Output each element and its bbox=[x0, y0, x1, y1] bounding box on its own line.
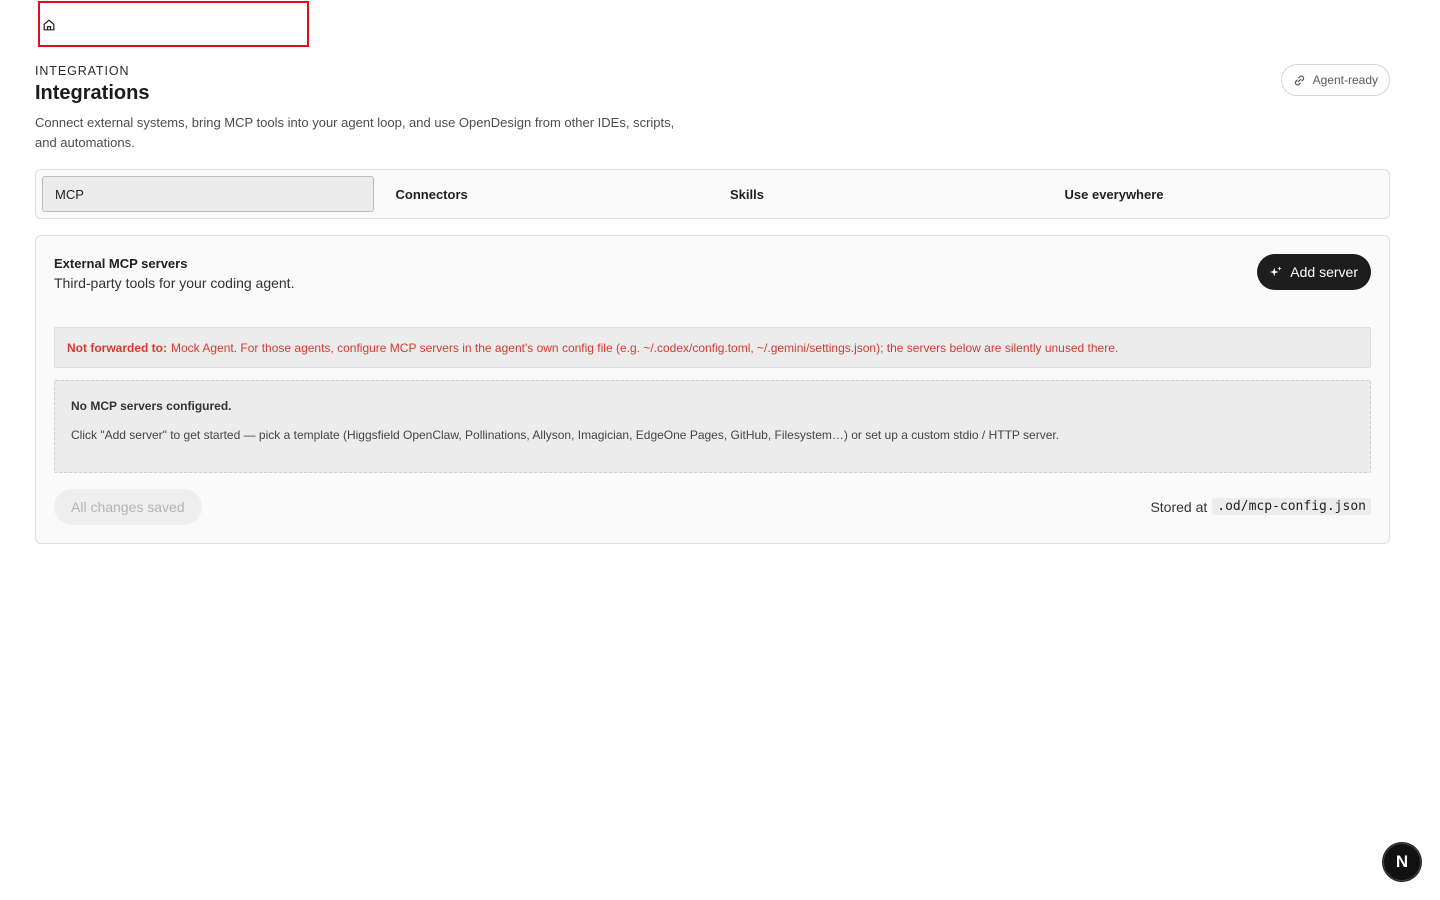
stored-prefix: Stored at bbox=[1150, 498, 1208, 515]
config-path: .od/mcp-config.json bbox=[1212, 498, 1371, 515]
add-server-label: Add server bbox=[1290, 264, 1358, 280]
mcp-servers-panel: External MCP servers Third-party tools f… bbox=[35, 235, 1390, 544]
section-eyebrow: INTEGRATION bbox=[35, 64, 130, 78]
warning-label: Not forwarded to: bbox=[67, 340, 167, 355]
tab-connectors[interactable]: Connectors bbox=[374, 176, 715, 212]
agent-ready-badge: Agent-ready bbox=[1280, 64, 1390, 96]
highlight-box bbox=[38, 1, 309, 47]
panel-title: External MCP servers bbox=[54, 256, 188, 271]
page-description: Connect external systems, bring MCP tool… bbox=[35, 115, 675, 150]
save-status-button[interactable]: All changes saved bbox=[54, 489, 202, 525]
tab-mcp[interactable]: MCP bbox=[42, 176, 374, 212]
page-title: Integrations bbox=[35, 82, 150, 104]
page-header: INTEGRATION Integrations Connect externa… bbox=[35, 64, 1390, 153]
sparkle-icon bbox=[1270, 266, 1282, 277]
panel-subtitle: Third-party tools for your coding agent. bbox=[54, 275, 295, 291]
link-icon bbox=[1294, 75, 1304, 85]
tab-skills[interactable]: Skills bbox=[714, 176, 1049, 212]
integration-tabs: MCP Connectors Skills Use everywhere bbox=[35, 169, 1390, 219]
storage-location: Stored at .od/mcp-config.json bbox=[1150, 498, 1371, 515]
next-dev-indicator[interactable]: N bbox=[1383, 843, 1421, 881]
empty-state-title: No MCP servers configured. bbox=[71, 399, 232, 413]
badge-label: Agent-ready bbox=[1312, 73, 1378, 87]
empty-state: No MCP servers configured. Click "Add se… bbox=[54, 380, 1371, 473]
forwarding-warning: Not forwarded to: Mock Agent. For those … bbox=[54, 327, 1371, 368]
warning-text: Mock Agent. For those agents, configure … bbox=[171, 340, 1119, 355]
add-server-button[interactable]: Add server bbox=[1257, 254, 1371, 290]
tab-use-everywhere[interactable]: Use everywhere bbox=[1049, 176, 1384, 212]
empty-state-text: Click "Add server" to get started — pick… bbox=[71, 428, 1060, 442]
home-icon[interactable] bbox=[42, 18, 56, 32]
